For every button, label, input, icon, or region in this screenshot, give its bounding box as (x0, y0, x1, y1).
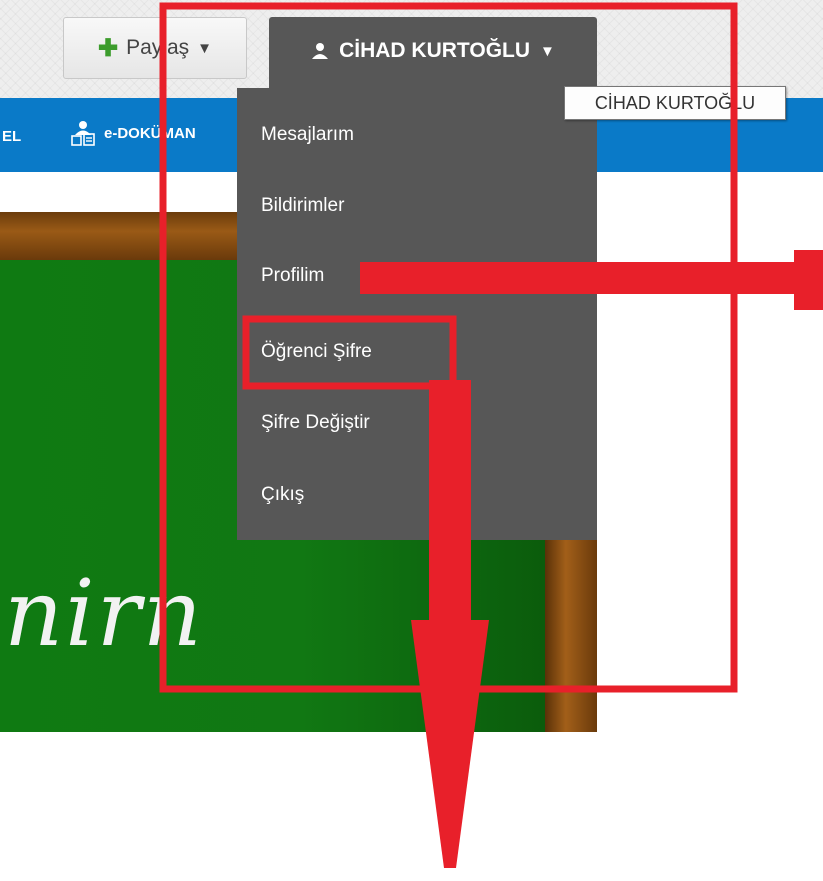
nav-item-partial[interactable]: EL (2, 128, 21, 145)
share-button-label: Paylaş (126, 36, 190, 59)
menu-item-logout[interactable]: Çıkış (261, 484, 304, 506)
nav-item-edokuman[interactable]: e-DOKÜMAN (70, 120, 196, 146)
user-menu-button[interactable]: CİHAD KURTOĞLU ▼ (269, 17, 597, 98)
user-name-tooltip: CİHAD KURTOĞLU (564, 86, 786, 120)
menu-item-messages[interactable]: Mesajlarım (261, 124, 354, 146)
menu-item-student-password[interactable]: Öğrenci Şifre (261, 341, 372, 363)
menu-item-change-password[interactable]: Şifre Değiştir (261, 412, 370, 434)
share-button[interactable]: ✚ Paylaş ▼ (63, 17, 247, 79)
document-user-icon (71, 121, 95, 146)
annotation-arrow-right-head (794, 250, 823, 310)
user-dropdown-menu: Mesajlarım Bildirimler Profilim Öğrenci … (237, 88, 597, 540)
user-icon (312, 43, 329, 59)
menu-item-profile[interactable]: Profilim (261, 265, 324, 287)
plus-icon: ✚ (98, 34, 119, 62)
chalkboard-text: nirn (4, 560, 204, 667)
nav-item-edokuman-label: e-DOKÜMAN (104, 124, 196, 142)
user-name-label: CİHAD KURTOĞLU (339, 39, 531, 62)
menu-item-notifications[interactable]: Bildirimler (261, 195, 344, 217)
caret-down-icon: ▼ (540, 43, 555, 60)
caret-down-icon: ▼ (197, 39, 212, 57)
